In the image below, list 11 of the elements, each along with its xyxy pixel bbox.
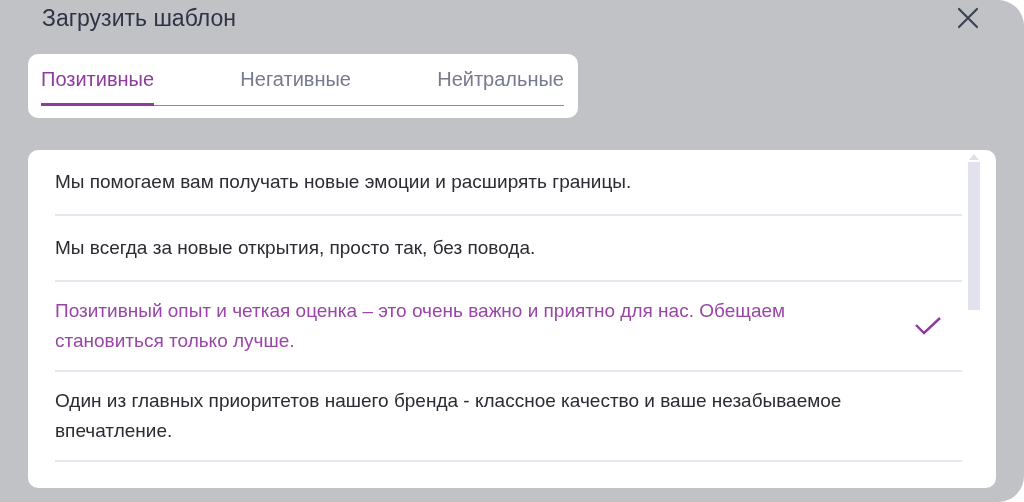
dialog-title: Загрузить шаблон xyxy=(42,4,236,32)
close-icon[interactable] xyxy=(957,7,979,29)
tab[interactable]: Негативные xyxy=(240,66,351,106)
template-option[interactable]: Мы всегда за новые открытия, просто так, без повода. xyxy=(55,215,962,282)
checkmark-icon xyxy=(914,315,942,336)
tab[interactable]: Нейтральные xyxy=(437,66,564,106)
template-option[interactable]: Один из главных приоритетов нашего бренда - классное качество и ваше незабываемое впечатление. xyxy=(55,371,962,462)
scrollbar-thumb[interactable] xyxy=(968,161,980,310)
template-option[interactable]: Позитивный опыт и четкая оценка – это очень важно и приятно для нас. Обещаем становиться только лучше. xyxy=(55,281,962,372)
tab[interactable]: Позитивные xyxy=(41,66,155,106)
template-option[interactable]: Мы помогаем вам получать новые эмоции и расширять границы. xyxy=(55,149,962,216)
